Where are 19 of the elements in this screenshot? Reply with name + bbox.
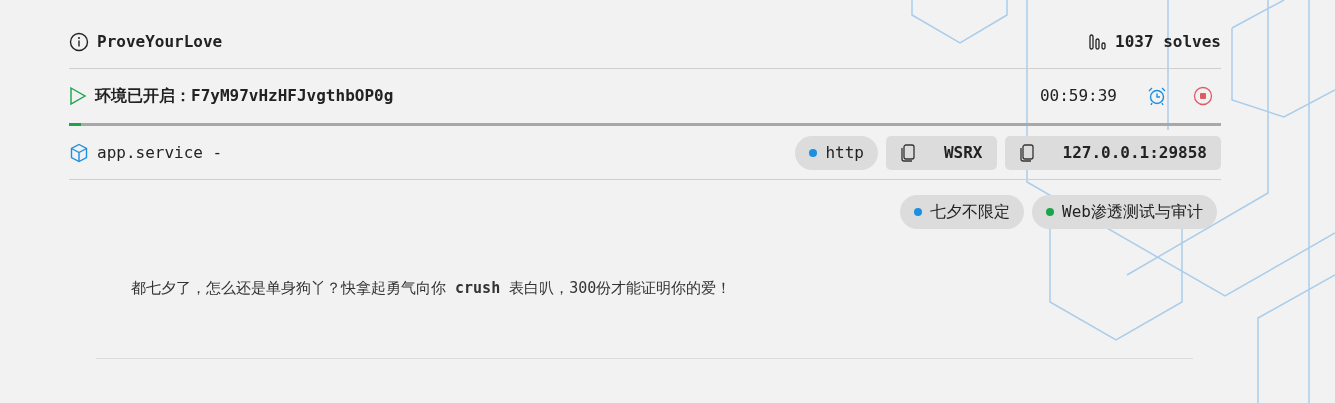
service-name: app.service - (97, 141, 223, 164)
protocol-chip[interactable]: http (795, 135, 878, 170)
challenge-title: ProveYourLove (97, 30, 223, 53)
category-tag: 七夕不限定 (900, 195, 1025, 229)
description: 都七夕了，怎么还是单身狗丫？快拿起勇气向你 crush 表白叭，300份才能证明你的爱！ (131, 278, 733, 299)
solves-count: 1037 solves (1115, 30, 1221, 53)
copy-icon (1018, 143, 1035, 162)
bar-chart-icon (1089, 33, 1108, 50)
play-icon (69, 86, 87, 106)
environment-status: 环境已开启：F7yM97vHzHFJvgthbOP0g (95, 85, 394, 107)
info-icon (69, 31, 89, 52)
cube-icon (69, 142, 89, 163)
countdown-timer: 00:59:39 (1039, 85, 1117, 107)
copy-icon (899, 143, 916, 162)
alarm-clock-icon[interactable] (1147, 86, 1167, 106)
copy-button[interactable]: 127.0.0.1:29858 (1004, 135, 1221, 170)
stop-icon[interactable] (1193, 86, 1213, 106)
copy-button[interactable]: WSRX (885, 135, 997, 170)
category-tag: Web渗透测试与审计 (1032, 195, 1217, 229)
